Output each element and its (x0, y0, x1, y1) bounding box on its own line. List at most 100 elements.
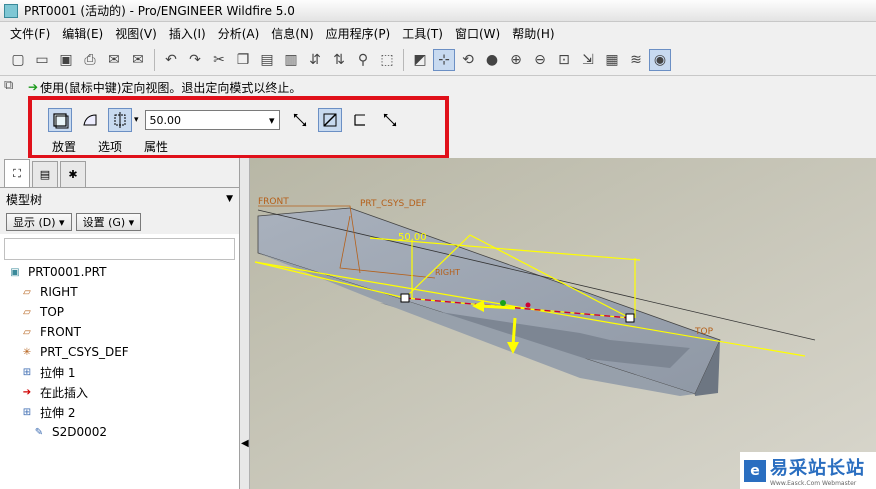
menu-file[interactable]: 文件(F) (4, 25, 56, 42)
regenerate-icon[interactable]: ⇵ (304, 49, 326, 71)
tree-row[interactable]: ⊞ 拉伸 1 (8, 362, 239, 382)
layers-icon[interactable]: ≋ (625, 49, 647, 71)
tree-row[interactable]: ⊞ 拉伸 2 (8, 402, 239, 422)
window-title: PRT0001 (活动的) - Pro/ENGINEER Wildfire 5.… (24, 4, 295, 18)
menu-window[interactable]: 窗口(W) (449, 25, 506, 42)
repaint-icon[interactable]: ◩ (409, 49, 431, 71)
csys-origin (500, 300, 506, 306)
zoom-out-icon[interactable]: ⊖ (529, 49, 551, 71)
datum-plane-icon: ▱ (23, 306, 31, 318)
cut-icon[interactable]: ✂ (208, 49, 230, 71)
menu-edit[interactable]: 编辑(E) (56, 25, 109, 42)
folder-browser-tab-icon[interactable]: ▤ (32, 161, 58, 187)
copy-icon[interactable]: ❐ (232, 49, 254, 71)
part-icon: ▣ (10, 266, 20, 278)
watermark-text: 易采站长站 (770, 458, 865, 479)
menu-applications[interactable]: 应用程序(P) (320, 25, 397, 42)
undo-icon[interactable]: ↶ (160, 49, 182, 71)
email-link-icon[interactable]: ✉ (127, 49, 149, 71)
datum-plane-icon: ▱ (23, 286, 31, 298)
graphics-viewport[interactable]: FRONT PRT_CSYS_DEF 50.00 RIGHT TOP (250, 158, 876, 489)
tree-filter-field[interactable] (4, 238, 235, 260)
message-area-icon[interactable]: ⧉ (4, 78, 22, 96)
select-box-icon[interactable]: ⬚ (376, 49, 398, 71)
tree-row[interactable]: ▱ FRONT (8, 322, 239, 342)
tree-row[interactable]: ▱ RIGHT (8, 282, 239, 302)
new-file-icon[interactable]: ▢ (7, 49, 29, 71)
drag-handle-right[interactable] (625, 313, 635, 323)
appearance-icon[interactable]: ◉ (649, 48, 671, 71)
sketch-icon: ✎ (34, 426, 44, 438)
tree-item-label: 拉伸 2 (40, 405, 76, 420)
message-text: 使用(鼠标中键)定向视图。退出定向模式以终止。 (40, 80, 302, 95)
tree-row[interactable]: ▱ TOP (8, 302, 239, 322)
extrude-icon: ⊞ (22, 366, 32, 378)
datum-plane-icon: ▱ (23, 326, 31, 338)
front-label: FRONT (258, 197, 289, 207)
toolbar-separator (154, 48, 155, 71)
reorient-icon[interactable]: ⇲ (577, 49, 599, 71)
zoom-in-icon[interactable]: ⊕ (505, 49, 527, 71)
settings-button[interactable]: 设置 (G) ▾ (75, 213, 142, 231)
menu-help[interactable]: 帮助(H) (506, 25, 560, 42)
app-icon (4, 3, 18, 18)
tree-row[interactable]: ✎ S2D0002 (8, 422, 239, 442)
regen-manager-icon[interactable]: ⇅ (328, 49, 350, 71)
menu-analysis[interactable]: 分析(A) (212, 25, 266, 42)
insert-arrow-icon: ➔ (22, 386, 32, 398)
top-label: TOP (694, 327, 714, 337)
direction-arrow-horizontal[interactable] (479, 304, 516, 310)
direction-arrow-vertical[interactable] (511, 317, 517, 347)
navigator-tabs: ⛶ ▤ ✱ (0, 158, 239, 188)
model-view: FRONT PRT_CSYS_DEF 50.00 RIGHT TOP (250, 158, 876, 489)
refit-icon[interactable]: ⊡ (553, 49, 575, 71)
tree-row[interactable]: ✳ PRT_CSYS_DEF (8, 342, 239, 362)
find-icon[interactable]: ⚲ (352, 49, 374, 71)
tree-item-label: 拉伸 1 (40, 365, 76, 380)
display-style-icon[interactable]: ● (481, 49, 503, 71)
tree-row[interactable]: ▣ PRT0001.PRT (8, 262, 239, 282)
menu-info[interactable]: 信息(N) (265, 25, 319, 42)
watermark-logo-icon: e (744, 459, 766, 482)
tree-item-label: TOP (40, 305, 65, 319)
show-button[interactable]: 显示 (D) ▾ (6, 213, 72, 231)
collapse-arrow-icon[interactable]: ◀ (241, 438, 249, 449)
paste-special-icon[interactable]: ▥ (280, 49, 302, 71)
tree-row[interactable]: ➔ 在此插入 (8, 382, 239, 402)
watermark-text-group: 易采站长站 Www.Easck.Com Webmaster (770, 454, 865, 487)
open-file-icon[interactable]: ▭ (31, 49, 53, 71)
model-tree: ▣ PRT0001.PRT ▱ RIGHT ▱ TOP ▱ FRONT ✳ PRT_CSYS_DE… (0, 262, 239, 442)
model-tree-tab-icon[interactable]: ⛶ (4, 159, 30, 187)
model-tree-menu-icon[interactable]: ▼ (226, 194, 233, 204)
csys-x-marker (525, 302, 531, 308)
menu-tools[interactable]: 工具(T) (396, 25, 449, 42)
model-tree-title: 模型树 (6, 192, 43, 207)
menu-bar: 文件(F) 编辑(E) 视图(V) 插入(I) 分析(A) 信息(N) 应用程序… (0, 22, 876, 44)
panel-splitter[interactable]: ◀ (240, 158, 250, 489)
print-icon[interactable]: ⎙ (79, 49, 101, 71)
tree-item-label: FRONT (40, 325, 81, 339)
message-bar: ⧉ ➔ 使用(鼠标中键)定向视图。退出定向模式以终止。 (0, 76, 876, 98)
navigator-panel: ⛶ ▤ ✱ 模型树 ▼ 显示 (D) ▾ 设置 (G) ▾ ▣ PRT0001.P… (0, 158, 240, 489)
tree-item-label: PRT0001.PRT (28, 265, 107, 279)
paste-icon[interactable]: ▤ (256, 49, 278, 71)
highlight-box (28, 96, 449, 159)
menu-view[interactable]: 视图(V) (109, 25, 163, 42)
email-icon[interactable]: ✉ (103, 49, 125, 71)
menu-insert[interactable]: 插入(I) (163, 25, 212, 42)
tree-item-label: 在此插入 (40, 385, 89, 400)
orient-mode-icon[interactable]: ⟲ (457, 49, 479, 71)
favorites-tab-icon[interactable]: ✱ (60, 161, 86, 187)
model-tree-buttons: 显示 (D) ▾ 设置 (G) ▾ (0, 210, 239, 234)
save-icon[interactable]: ▣ (55, 49, 77, 71)
tree-item-label: RIGHT (40, 285, 78, 299)
spin-center-icon[interactable]: ⊹ (433, 48, 455, 71)
redo-icon[interactable]: ↷ (184, 49, 206, 71)
watermark-sub: Www.Easck.Com Webmaster (770, 480, 857, 487)
model-tree-header: 模型树 ▼ (0, 188, 239, 210)
saved-views-icon[interactable]: ▦ (601, 49, 623, 71)
csys-label: PRT_CSYS_DEF (360, 199, 427, 209)
dimension-label[interactable]: 50.00 (398, 232, 427, 243)
drag-handle-left[interactable] (400, 293, 410, 303)
right-label: RIGHT (435, 268, 460, 277)
